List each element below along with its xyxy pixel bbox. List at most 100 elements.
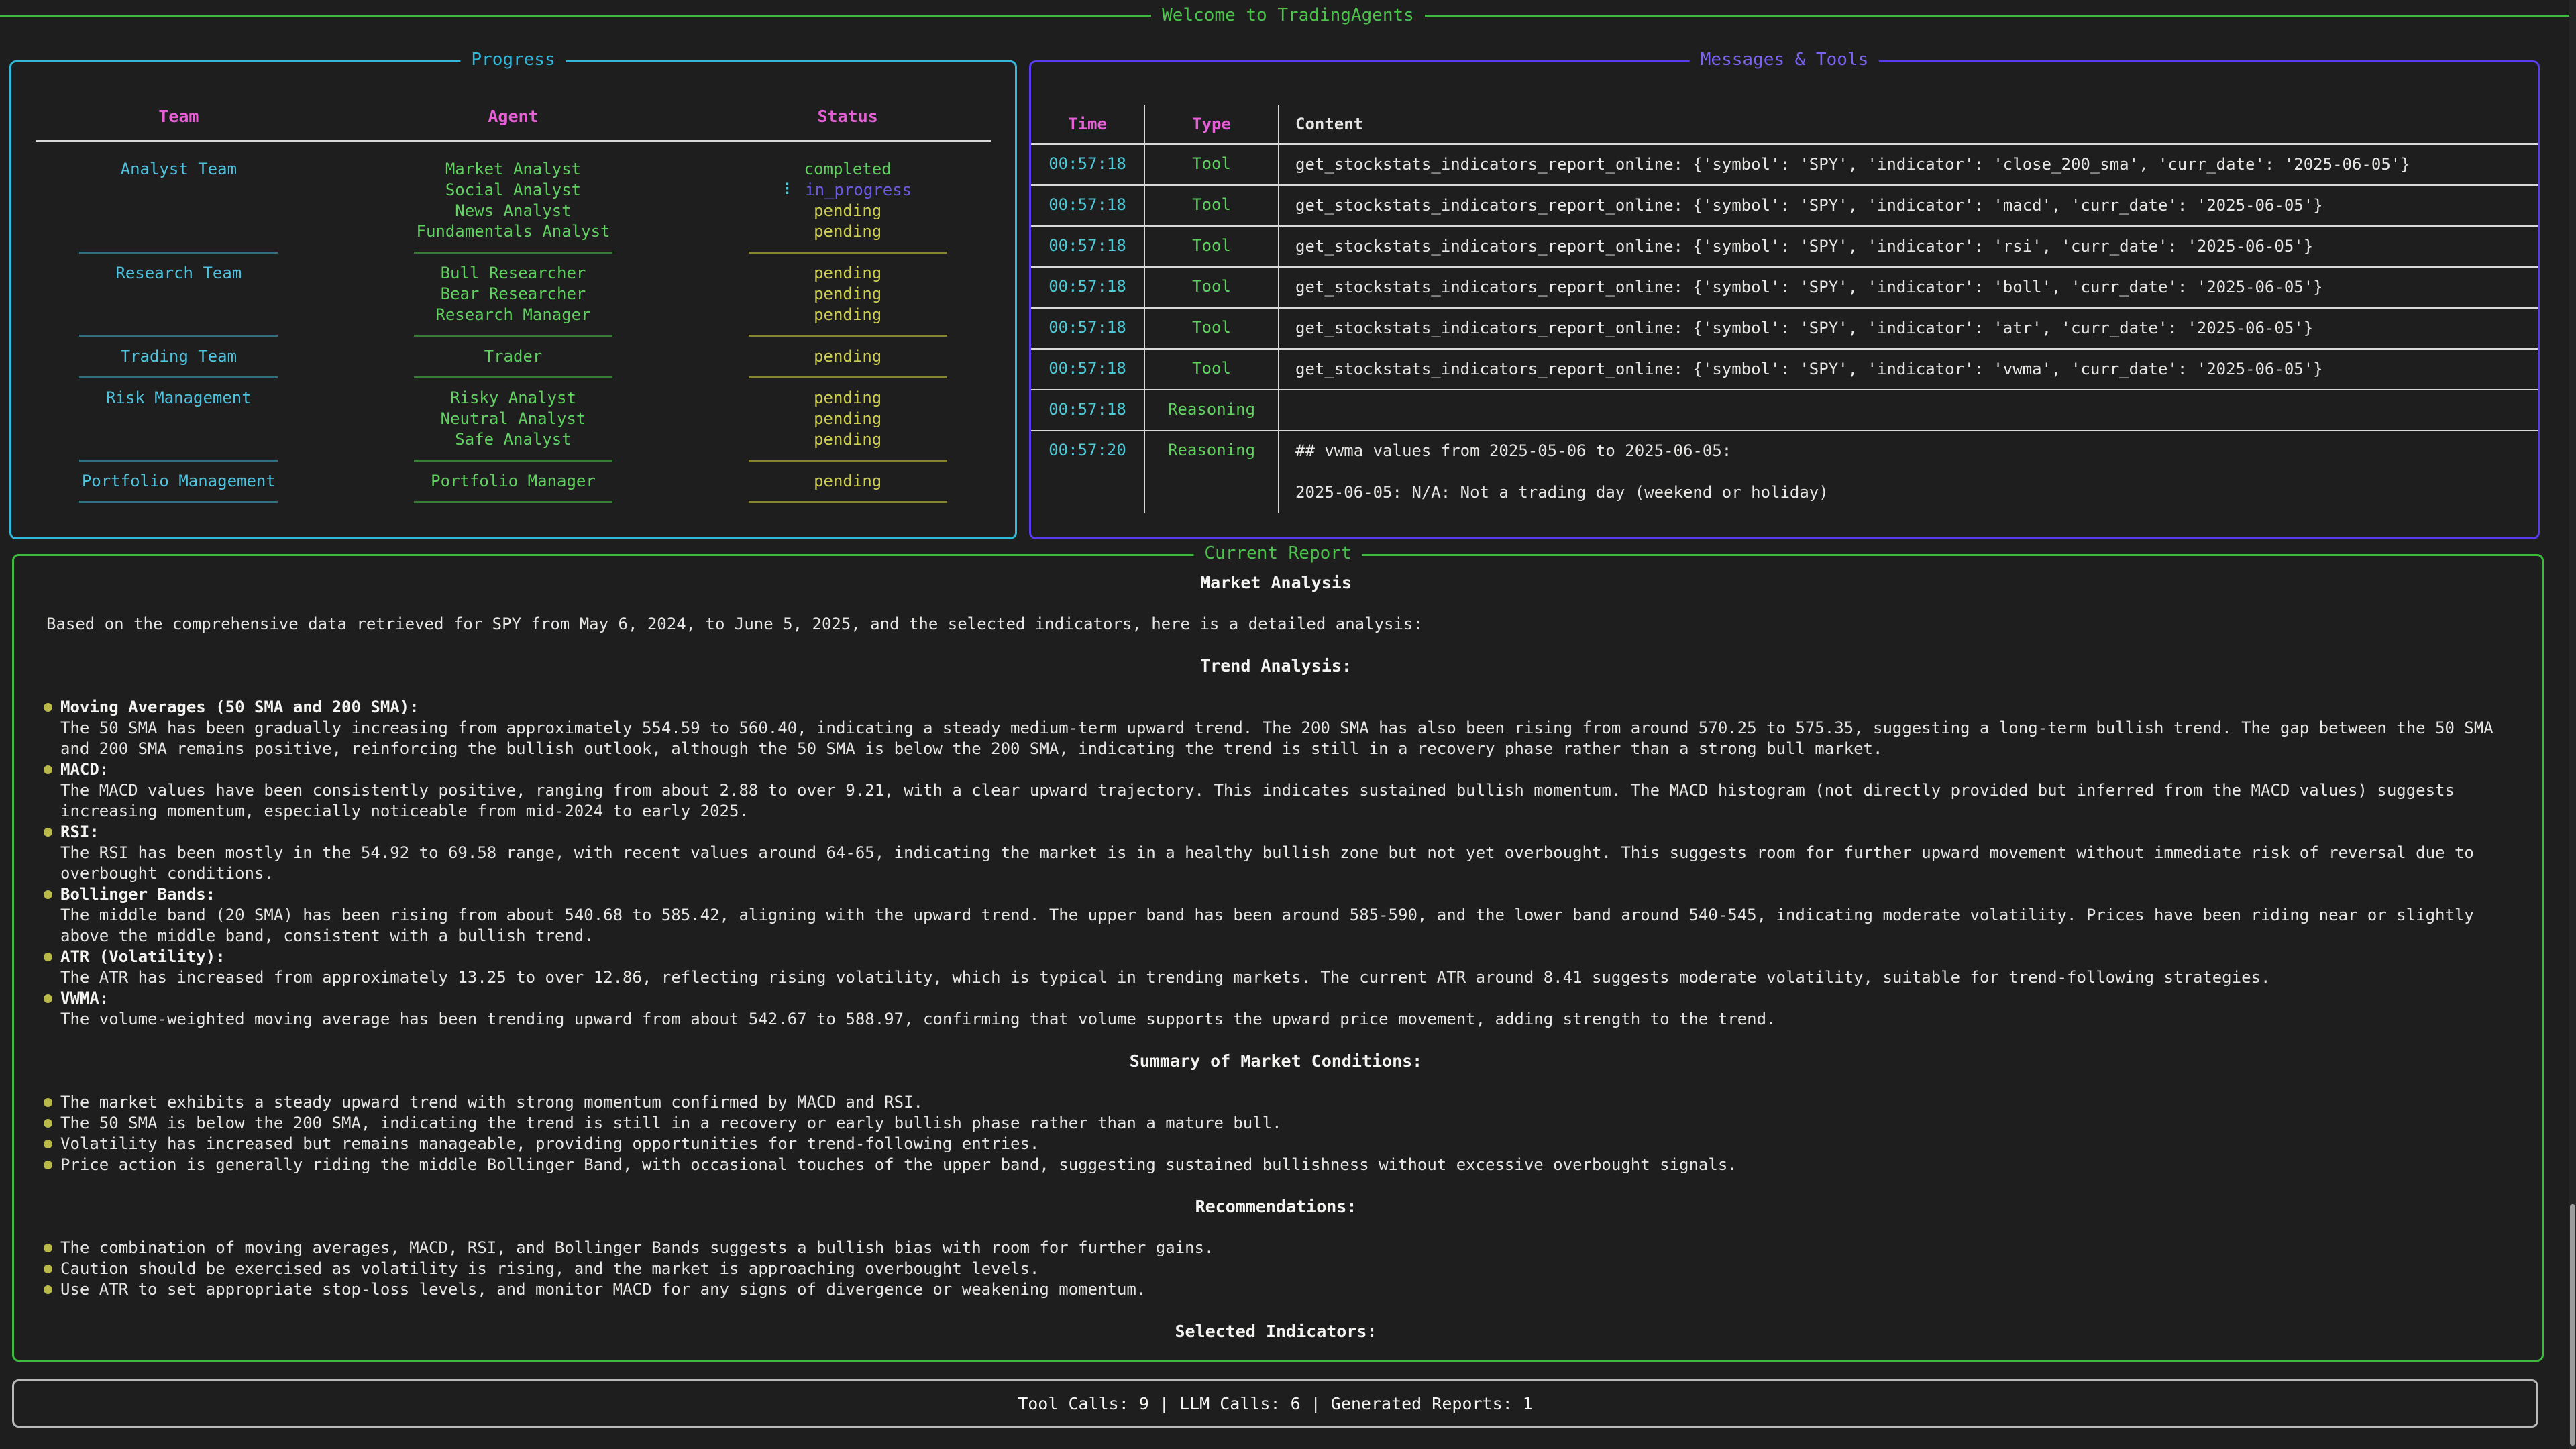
bullet-label: MACD: bbox=[60, 759, 2515, 780]
agent-column: Trader bbox=[346, 346, 681, 367]
report-paragraph: Based on the comprehensive data retrieve… bbox=[46, 614, 2515, 635]
bullet-content: MACD:The MACD values have been consisten… bbox=[60, 759, 2515, 822]
message-content-line bbox=[1295, 462, 2527, 482]
report-bullet: Bollinger Bands:The middle band (20 SMA)… bbox=[37, 884, 2515, 947]
progress-table-body: Analyst TeamMarket AnalystSocial Analyst… bbox=[11, 159, 1015, 503]
status-column: pending bbox=[680, 346, 1015, 367]
bullet-text: Price action is generally riding the mid… bbox=[60, 1155, 2515, 1175]
message-content: ## vwma values from 2025-05-06 to 2025-0… bbox=[1279, 431, 2538, 513]
agent-status: pending bbox=[680, 471, 1015, 492]
group-separator bbox=[11, 376, 1015, 378]
scrollbar-track[interactable] bbox=[2569, 0, 2576, 1449]
bullet-label: Moving Averages (50 SMA and 200 SMA): bbox=[60, 697, 2515, 718]
progress-header-row: Team Agent Status bbox=[11, 62, 1015, 126]
report-bullet: ATR (Volatility):The ATR has increased f… bbox=[37, 947, 2515, 988]
status-separator-line bbox=[749, 501, 947, 503]
message-content-line: get_stockstats_indicators_report_online:… bbox=[1295, 195, 2527, 216]
agent-name: Neutral Analyst bbox=[346, 409, 681, 429]
column-header-time: Time bbox=[1031, 105, 1145, 143]
agent-status: pending bbox=[680, 305, 1015, 325]
status-separator-line bbox=[749, 252, 947, 254]
message-content-line: get_stockstats_indicators_report_online:… bbox=[1295, 277, 2527, 298]
message-type: Reasoning bbox=[1145, 390, 1279, 430]
messages-header-row: Time Type Content bbox=[1031, 105, 2538, 145]
message-time: 00:57:18 bbox=[1031, 145, 1145, 184]
status-label: pending bbox=[814, 284, 881, 303]
bullet-text: The 50 SMA has been gradually increasing… bbox=[60, 718, 2515, 759]
bullet-icon bbox=[44, 828, 52, 837]
status-separator-line bbox=[749, 460, 947, 462]
column-header-status: Status bbox=[680, 107, 1015, 126]
agent-column: Market AnalystSocial AnalystNews Analyst… bbox=[346, 159, 681, 242]
status-label: in_progress bbox=[805, 180, 912, 199]
report-bullet: The 50 SMA is below the 200 SMA, indicat… bbox=[37, 1113, 2515, 1134]
message-content: get_stockstats_indicators_report_online:… bbox=[1279, 350, 2538, 389]
message-time: 00:57:18 bbox=[1031, 227, 1145, 266]
bullet-text: The ATR has increased from approximately… bbox=[60, 967, 2515, 988]
agent-separator-line bbox=[414, 376, 612, 378]
agent-status: pending bbox=[680, 263, 1015, 284]
bullet-label: ATR (Volatility): bbox=[60, 947, 2515, 967]
report-bullet: Volatility has increased but remains man… bbox=[37, 1134, 2515, 1155]
message-type: Tool bbox=[1145, 145, 1279, 184]
agent-status: pending bbox=[680, 388, 1015, 409]
message-content: get_stockstats_indicators_report_online:… bbox=[1279, 268, 2538, 307]
team-name: Analyst Team bbox=[11, 159, 346, 242]
status-separator-line bbox=[749, 335, 947, 337]
bullet-icon bbox=[44, 1098, 52, 1107]
status-separator-line bbox=[749, 376, 947, 378]
report-bullet: Moving Averages (50 SMA and 200 SMA):The… bbox=[37, 697, 2515, 759]
bullet-content: RSI:The RSI has been mostly in the 54.92… bbox=[60, 822, 2515, 884]
team-separator-line bbox=[79, 501, 278, 503]
message-time: 00:57:18 bbox=[1031, 350, 1145, 389]
bullet-text: Volatility has increased but remains man… bbox=[60, 1134, 2515, 1155]
bullet-icon bbox=[44, 1244, 52, 1252]
terminal-screen: Welcome to TradingAgents Progress Team A… bbox=[0, 0, 2576, 1449]
message-time: 00:57:20 bbox=[1031, 431, 1145, 513]
message-row: 00:57:18Toolget_stockstats_indicators_re… bbox=[1031, 145, 2538, 186]
footer-stats: Tool Calls: 9 | LLM Calls: 6 | Generated… bbox=[1018, 1394, 1533, 1413]
message-row: 00:57:18Toolget_stockstats_indicators_re… bbox=[1031, 186, 2538, 227]
bullet-icon bbox=[44, 953, 52, 961]
messages-panel-title: Messages & Tools bbox=[1690, 50, 1879, 70]
bullet-text: Use ATR to set appropriate stop-loss lev… bbox=[60, 1279, 2515, 1300]
status-label: pending bbox=[814, 388, 881, 407]
message-content-line: 2025-06-05: N/A: Not a trading day (week… bbox=[1295, 482, 2527, 503]
message-type: Tool bbox=[1145, 227, 1279, 266]
messages-table-body: 00:57:18Toolget_stockstats_indicators_re… bbox=[1031, 145, 2538, 513]
scrollbar-thumb[interactable] bbox=[2570, 1204, 2575, 1446]
bullet-icon bbox=[44, 1161, 52, 1169]
status-label: pending bbox=[814, 305, 881, 324]
bullet-text: The 50 SMA is below the 200 SMA, indicat… bbox=[60, 1113, 2515, 1134]
report-heading: Market Analysis bbox=[37, 572, 2515, 593]
status-column: pendingpendingpending bbox=[680, 388, 1015, 450]
report-bullet: The combination of moving averages, MACD… bbox=[37, 1238, 2515, 1258]
status-label: pending bbox=[814, 472, 881, 490]
status-column: completed⠇ in_progresspendingpending bbox=[680, 159, 1015, 242]
bullet-label: RSI: bbox=[60, 822, 2515, 843]
message-row: 00:57:18Reasoning bbox=[1031, 390, 2538, 431]
agent-status: pending bbox=[680, 201, 1015, 221]
welcome-title: Welcome to TradingAgents bbox=[1151, 5, 1425, 25]
agent-status: pending bbox=[680, 284, 1015, 305]
report-panel-title: Current Report bbox=[1193, 543, 1362, 564]
progress-panel-title: Progress bbox=[460, 50, 566, 70]
report-bullet-list: The market exhibits a steady upward tren… bbox=[37, 1092, 2515, 1175]
bullet-content: Bollinger Bands:The middle band (20 SMA)… bbox=[60, 884, 2515, 947]
message-row: 00:57:18Toolget_stockstats_indicators_re… bbox=[1031, 350, 2538, 390]
rule-line bbox=[0, 15, 1151, 17]
report-bullet: Price action is generally riding the mid… bbox=[37, 1155, 2515, 1175]
current-report-panel: Current Report Market AnalysisBased on t… bbox=[12, 554, 2544, 1362]
report-heading: Selected Indicators: bbox=[37, 1321, 2515, 1342]
team-separator-line bbox=[79, 460, 278, 462]
agent-status: completed bbox=[680, 159, 1015, 180]
bullet-icon bbox=[44, 1119, 52, 1128]
agent-name: Risky Analyst bbox=[346, 388, 681, 409]
team-separator-line bbox=[79, 252, 278, 254]
message-content: get_stockstats_indicators_report_online:… bbox=[1279, 186, 2538, 225]
group-separator bbox=[11, 252, 1015, 254]
progress-group-row: Research TeamBull ResearcherBear Researc… bbox=[11, 263, 1015, 325]
agent-separator-line bbox=[414, 501, 612, 503]
welcome-rule: Welcome to TradingAgents bbox=[0, 4, 2576, 27]
message-content-line: get_stockstats_indicators_report_online:… bbox=[1295, 236, 2527, 257]
